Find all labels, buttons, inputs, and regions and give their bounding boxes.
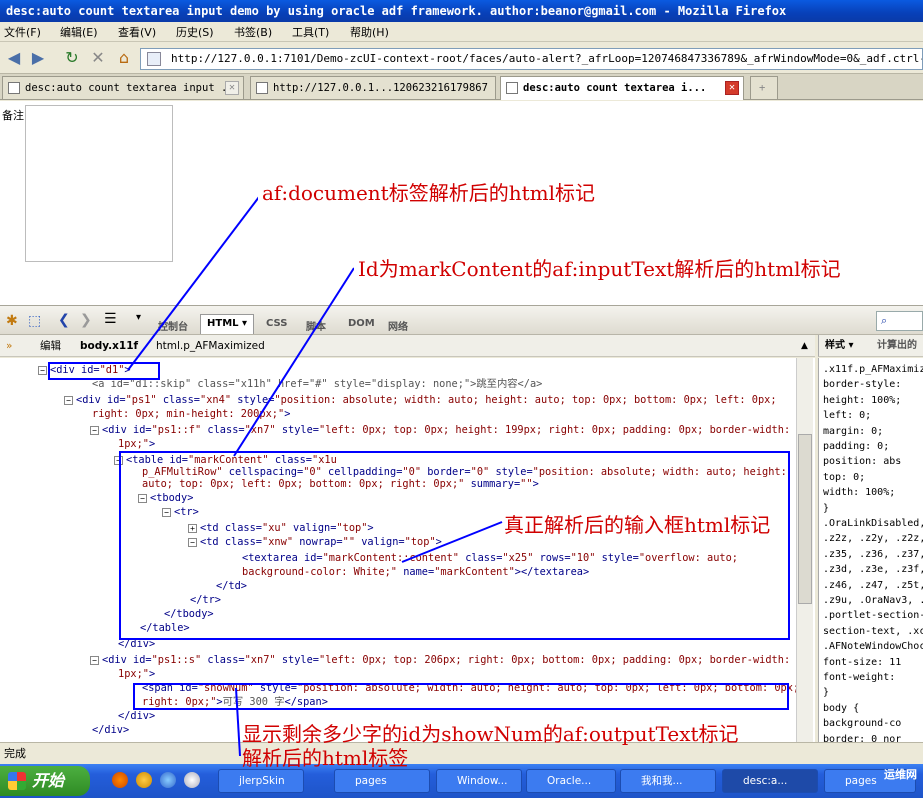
- annotation-lines: [127, 192, 503, 757]
- annotation-doc: af:document标签解析后的html标记: [258, 180, 599, 206]
- annotation-textarea: 真正解析后的输入框html标记: [504, 513, 771, 537]
- highlight-span-shownum: [133, 683, 789, 710]
- annotation-output-line2: 解析后的html标签: [242, 746, 409, 770]
- highlight-div-d1: [48, 362, 160, 380]
- highlight-table-markcontent: [119, 451, 790, 640]
- annotation-line-doc: [127, 192, 263, 371]
- annotation-line-input: [233, 267, 355, 457]
- annotation-output-line1: 显示剩余多少字的id为showNum的af:outputText标记: [242, 722, 739, 746]
- annotation-input: Id为markContent的af:inputText解析后的html标记: [354, 256, 845, 282]
